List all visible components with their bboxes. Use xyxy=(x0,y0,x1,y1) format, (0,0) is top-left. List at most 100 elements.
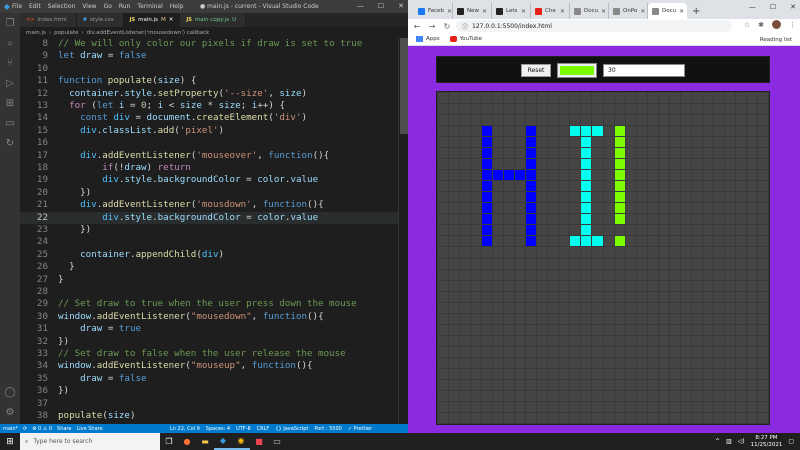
pixel[interactable] xyxy=(559,258,570,269)
pixel[interactable] xyxy=(713,126,724,137)
pixel[interactable] xyxy=(548,357,559,368)
pixel[interactable] xyxy=(614,126,625,137)
minimize-icon[interactable]: — xyxy=(357,2,364,10)
pixel[interactable] xyxy=(515,181,526,192)
sync-icon[interactable]: ⟳ xyxy=(23,426,27,432)
pixel[interactable] xyxy=(625,170,636,181)
pixel[interactable] xyxy=(702,324,713,335)
pixel[interactable] xyxy=(614,115,625,126)
pixel[interactable] xyxy=(482,357,493,368)
pixel[interactable] xyxy=(504,214,515,225)
pixel[interactable] xyxy=(526,357,537,368)
pixel[interactable] xyxy=(702,313,713,324)
pixel[interactable] xyxy=(526,291,537,302)
pixel[interactable] xyxy=(570,269,581,280)
pixel[interactable] xyxy=(526,225,537,236)
indentation-status[interactable]: Spaces: 4 xyxy=(206,426,230,432)
pixel[interactable] xyxy=(537,104,548,115)
pixel[interactable] xyxy=(471,236,482,247)
pixel[interactable] xyxy=(735,280,746,291)
pixel[interactable] xyxy=(515,203,526,214)
pixel[interactable] xyxy=(625,280,636,291)
pixel[interactable] xyxy=(592,357,603,368)
pixel[interactable] xyxy=(559,379,570,390)
pixel[interactable] xyxy=(460,159,471,170)
browser-tab[interactable]: Docu ✕ xyxy=(570,3,609,19)
pixel[interactable] xyxy=(691,247,702,258)
extensions-icon[interactable]: ⊞ xyxy=(0,93,20,113)
reading-list[interactable]: Reading list xyxy=(760,37,792,43)
tray-chevron-icon[interactable]: ^ xyxy=(715,438,720,445)
pixel[interactable] xyxy=(702,412,713,423)
pixel[interactable] xyxy=(504,126,515,137)
pixel[interactable] xyxy=(713,357,724,368)
pixel[interactable] xyxy=(570,192,581,203)
pixel[interactable] xyxy=(625,115,636,126)
pixel[interactable] xyxy=(636,115,647,126)
pixel[interactable] xyxy=(658,170,669,181)
source-control-icon[interactable]: ⑂ xyxy=(0,53,20,73)
notifications-icon[interactable]: ▢ xyxy=(788,438,794,445)
breadcrumb-function[interactable]: populate xyxy=(54,30,78,36)
pixel[interactable] xyxy=(625,313,636,324)
pixel[interactable] xyxy=(702,148,713,159)
close-icon[interactable]: ✕ xyxy=(790,3,796,11)
pixel[interactable] xyxy=(493,368,504,379)
pixel[interactable] xyxy=(669,269,680,280)
code-line[interactable]: 11 function populate(size) { xyxy=(20,75,398,87)
pixel[interactable] xyxy=(625,104,636,115)
pixel[interactable] xyxy=(482,192,493,203)
pixel[interactable] xyxy=(548,324,559,335)
pixel[interactable] xyxy=(526,390,537,401)
pixel[interactable] xyxy=(647,93,658,104)
pixel[interactable] xyxy=(680,390,691,401)
pixel[interactable] xyxy=(592,324,603,335)
pixel[interactable] xyxy=(702,137,713,148)
app-icon[interactable]: ■ xyxy=(250,433,268,450)
pixel[interactable] xyxy=(460,247,471,258)
pixel[interactable] xyxy=(746,115,757,126)
pixel[interactable] xyxy=(625,181,636,192)
pixel[interactable] xyxy=(526,346,537,357)
pixel[interactable] xyxy=(735,203,746,214)
pixel[interactable] xyxy=(603,291,614,302)
pixel[interactable] xyxy=(636,346,647,357)
pixel[interactable] xyxy=(724,181,735,192)
pixel[interactable] xyxy=(680,126,691,137)
pixel[interactable] xyxy=(460,324,471,335)
pixel[interactable] xyxy=(438,170,449,181)
pixel[interactable] xyxy=(603,324,614,335)
pixel[interactable] xyxy=(757,412,768,423)
pixel[interactable] xyxy=(724,269,735,280)
pixel[interactable] xyxy=(658,401,669,412)
pixel[interactable] xyxy=(504,368,515,379)
pixel[interactable] xyxy=(625,159,636,170)
settings-gear-icon[interactable]: ⚙ xyxy=(0,402,20,422)
pixel[interactable] xyxy=(735,313,746,324)
pixel[interactable] xyxy=(482,93,493,104)
pixel[interactable] xyxy=(570,126,581,137)
pixel[interactable] xyxy=(625,302,636,313)
pixel[interactable] xyxy=(713,335,724,346)
pixel[interactable] xyxy=(581,181,592,192)
pixel[interactable] xyxy=(724,126,735,137)
pixel[interactable] xyxy=(548,104,559,115)
pixel[interactable] xyxy=(482,115,493,126)
pixel[interactable] xyxy=(449,115,460,126)
pixel[interactable] xyxy=(471,225,482,236)
pixel[interactable] xyxy=(702,280,713,291)
account-icon[interactable]: ◯ xyxy=(0,382,20,402)
pixel[interactable] xyxy=(471,115,482,126)
pixel[interactable] xyxy=(680,258,691,269)
pixel[interactable] xyxy=(669,390,680,401)
pixel[interactable] xyxy=(603,126,614,137)
pixel[interactable] xyxy=(746,181,757,192)
pixel[interactable] xyxy=(636,247,647,258)
pixel[interactable] xyxy=(680,192,691,203)
pixel[interactable] xyxy=(460,357,471,368)
pixel[interactable] xyxy=(713,302,724,313)
pixel[interactable] xyxy=(691,335,702,346)
pixel[interactable] xyxy=(658,115,669,126)
pixel[interactable] xyxy=(581,269,592,280)
pixel[interactable] xyxy=(603,225,614,236)
